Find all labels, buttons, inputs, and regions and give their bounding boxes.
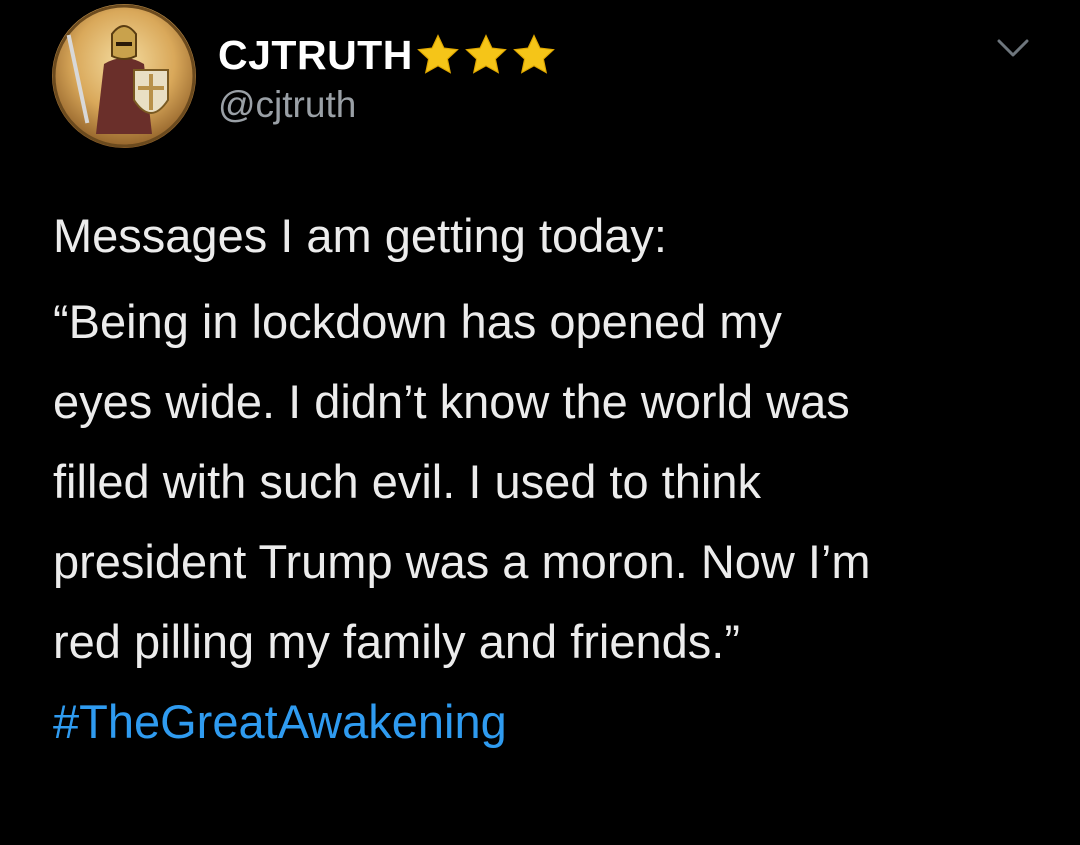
chevron-down-icon[interactable] bbox=[996, 36, 1030, 60]
quote-line: filled with such evil. I used to think bbox=[53, 455, 761, 508]
tweet-intro: Messages I am getting today: bbox=[53, 209, 667, 262]
tweet-header: CJTRUTH @cjtruth bbox=[218, 28, 559, 126]
quote-line: president Trump was a moron. Now I’m bbox=[53, 535, 871, 588]
star-icon bbox=[416, 34, 459, 74]
quote-line: red pilling my family and friends.” bbox=[53, 615, 740, 668]
tweet-text: Messages I am getting today: “Being in l… bbox=[53, 196, 1053, 762]
quote-line: “Being in lockdown has opened my bbox=[53, 295, 782, 348]
display-name[interactable]: CJTRUTH bbox=[218, 32, 413, 79]
star-badges bbox=[415, 32, 559, 78]
quote-line: eyes wide. I didn’t know the world was bbox=[53, 375, 850, 428]
user-handle[interactable]: @cjtruth bbox=[218, 84, 559, 126]
tweet-card: CJTRUTH @cjtruth Messages I am getting t… bbox=[0, 0, 1080, 845]
star-icon bbox=[512, 34, 555, 74]
knight-avatar-icon bbox=[52, 4, 196, 148]
display-name-row: CJTRUTH bbox=[218, 28, 559, 82]
star-icon bbox=[464, 34, 507, 74]
hashtag-link[interactable]: #TheGreatAwakening bbox=[53, 682, 1053, 762]
avatar[interactable] bbox=[52, 4, 196, 148]
